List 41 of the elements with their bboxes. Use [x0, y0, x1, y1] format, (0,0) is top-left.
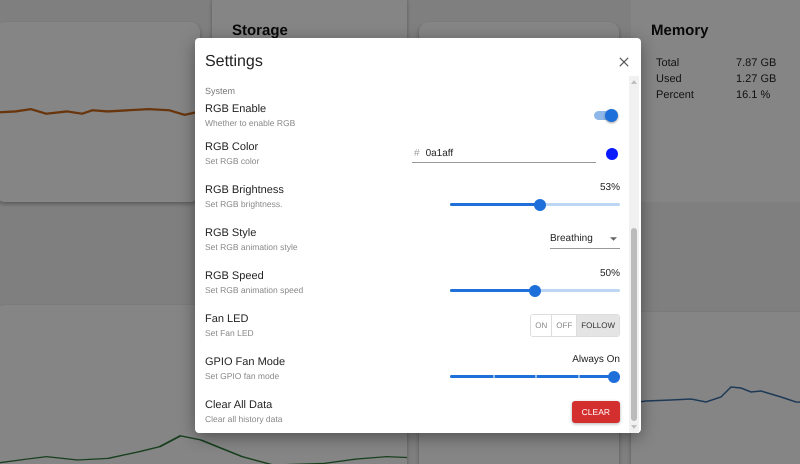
- card-title: Memory: [651, 22, 710, 39]
- stat-value: 1.27 GB: [736, 73, 776, 85]
- setting-label: RGB Color: [205, 141, 260, 153]
- slider[interactable]: [450, 198, 620, 210]
- setting-description: Whether to enable RGB: [205, 118, 296, 128]
- slider-value: 53%: [600, 182, 620, 192]
- setting-label: RGB Style: [205, 227, 258, 239]
- setting-label: RGB Speed: [205, 270, 265, 282]
- setting-description: Set RGB animation speed: [205, 285, 304, 295]
- stat-value: 16.1 %: [736, 89, 770, 101]
- close-icon[interactable]: [619, 57, 629, 67]
- dialog-title: Settings: [205, 53, 263, 71]
- style-dropdown[interactable]: Breathing: [550, 230, 620, 249]
- setting-description: Clear all history data: [205, 414, 282, 424]
- mode-option[interactable]: FOLLOW: [577, 315, 619, 336]
- slider[interactable]: [450, 370, 620, 382]
- setting-description: Set RGB color: [205, 156, 260, 166]
- color-swatch[interactable]: [606, 148, 618, 160]
- setting-description: Set RGB animation style: [205, 242, 298, 252]
- stat-label: Total: [656, 57, 680, 69]
- stat-label: Percent: [656, 89, 695, 101]
- mode-option[interactable]: ON: [531, 315, 552, 336]
- section-label: System: [205, 86, 236, 96]
- stat-value: 7.87 GB: [736, 57, 776, 69]
- setting-description: Set RGB brightness.: [205, 199, 284, 209]
- toggle-switch[interactable]: [594, 110, 616, 120]
- slider-value: 50%: [600, 268, 620, 278]
- card-title: Storage: [232, 22, 289, 39]
- setting-label: Fan LED: [205, 313, 250, 325]
- slider[interactable]: [450, 284, 620, 296]
- stat-label: Used: [656, 73, 683, 85]
- slider-value: Always On: [572, 354, 620, 364]
- setting-label: GPIO Fan Mode: [205, 356, 286, 368]
- setting-label: Clear All Data: [205, 399, 274, 411]
- setting-label: RGB Enable: [205, 102, 268, 114]
- caret-icon: [610, 236, 617, 240]
- color-input-field[interactable]: # 0a1aff: [412, 144, 596, 162]
- setting-label: RGB Brightness: [205, 184, 284, 196]
- clear-button[interactable]: CLEAR: [572, 400, 620, 422]
- setting-description: Set Fan LED: [205, 328, 254, 338]
- setting-description: Set GPIO fan mode: [205, 371, 280, 381]
